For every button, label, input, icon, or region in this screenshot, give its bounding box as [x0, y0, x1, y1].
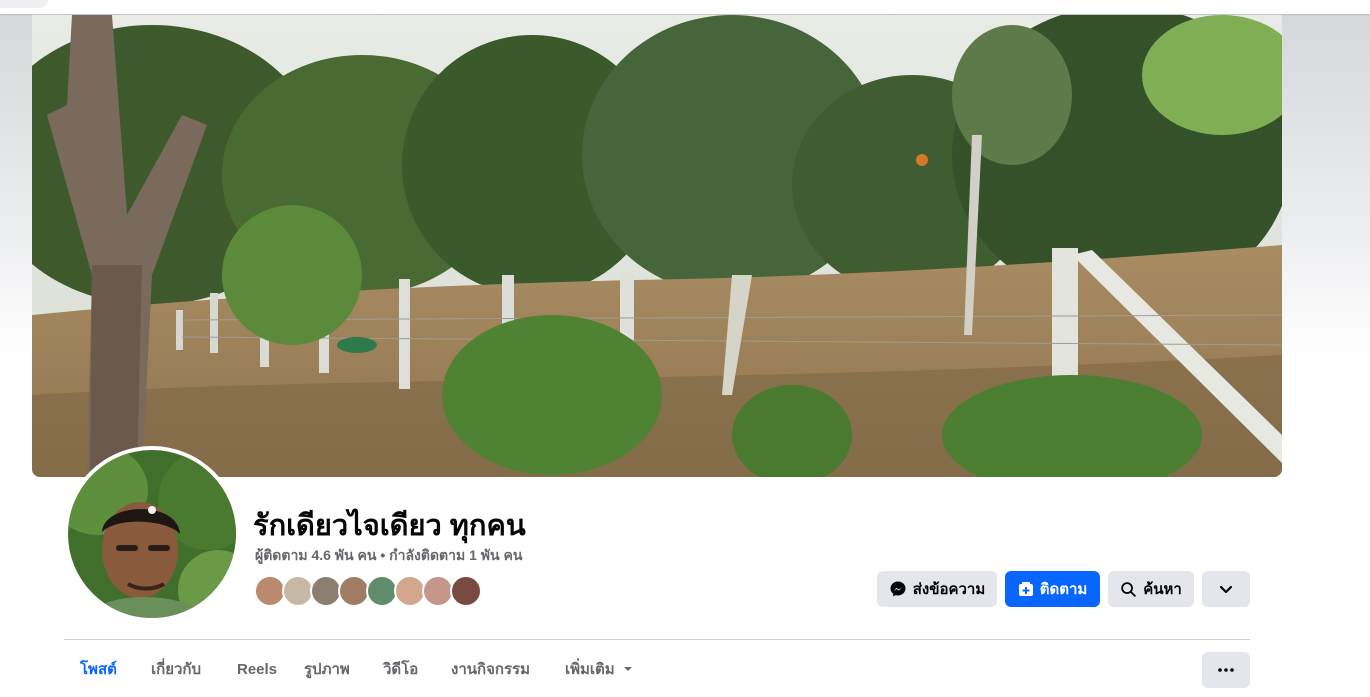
more-dots-icon — [1218, 668, 1234, 672]
top-bar-search-pill[interactable] — [0, 0, 48, 8]
more-options-button[interactable] — [1202, 652, 1250, 688]
top-bar — [0, 0, 1370, 14]
search-button-label: ค้นหา — [1143, 581, 1182, 598]
follow-button[interactable]: ติดตาม — [1005, 571, 1100, 607]
tab-events[interactable]: งานกิจกรรม — [451, 650, 530, 690]
dropdown-button[interactable] — [1202, 571, 1250, 607]
follow-icon — [1018, 582, 1033, 596]
friend-avatar[interactable] — [450, 575, 482, 607]
message-button[interactable]: ส่งข้อความ — [877, 571, 997, 607]
cover-photo[interactable] — [32, 15, 1282, 477]
messenger-icon — [890, 581, 906, 597]
chevron-down-icon — [1219, 585, 1233, 594]
profile-avatar[interactable] — [64, 446, 240, 622]
caret-down-icon — [623, 667, 632, 671]
tab-about[interactable]: เกี่ยวกับ — [151, 650, 201, 690]
profile-name: รักเดียวไจเดียว ทุกคน — [253, 510, 526, 542]
message-button-label: ส่งข้อความ — [912, 581, 986, 598]
follow-button-label: ติดตาม — [1039, 581, 1088, 598]
search-button[interactable]: ค้นหา — [1108, 571, 1194, 607]
tab-posts[interactable]: โพสต์ — [80, 650, 117, 690]
tab-videos[interactable]: วิดีโอ — [383, 650, 418, 690]
tab-reels[interactable]: Reels — [237, 650, 277, 690]
profile-divider — [64, 639, 1250, 640]
search-icon — [1121, 581, 1136, 597]
tab-photos[interactable]: รูปภาพ — [304, 650, 350, 690]
profile-stats[interactable]: ผู้ติดตาม 4.6 พัน คน • กำลังติดตาม 1 พัน… — [255, 545, 522, 567]
tab-more[interactable]: เพิ่มเติม — [565, 650, 633, 690]
